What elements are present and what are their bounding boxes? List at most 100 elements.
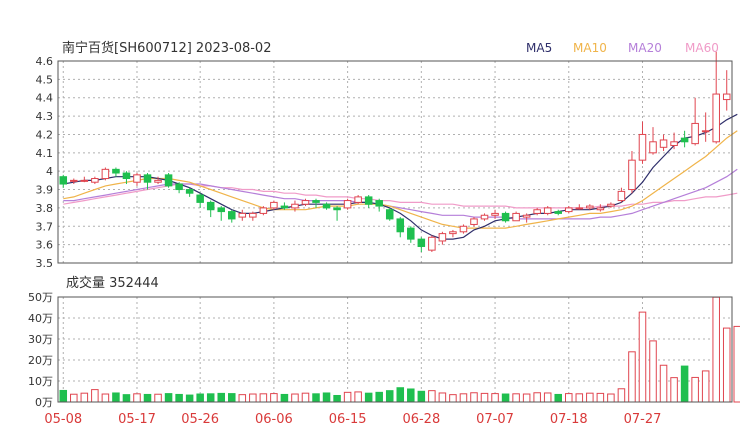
date-tick-label: 05-26	[181, 412, 219, 427]
volume-title: 成交量 352444	[66, 275, 159, 291]
volume-bar-up	[259, 393, 268, 403]
candle-body-up	[596, 207, 605, 211]
volume-bar-down	[185, 394, 194, 403]
price-tick-label: 4.1	[36, 147, 54, 160]
price-tick-label: 3.7	[36, 220, 54, 233]
candle-body-down	[407, 227, 415, 240]
candle-body-down	[385, 209, 394, 220]
candle-body-up	[70, 179, 78, 182]
candle-body-up	[522, 214, 531, 218]
volume-bar-down	[312, 393, 320, 403]
volume-bar-down	[196, 393, 204, 403]
candle-body-up	[712, 93, 720, 143]
legend-ma10: MA10	[573, 41, 607, 55]
date-tick-label: 07-27	[624, 412, 662, 427]
date-tick-label: 07-18	[550, 412, 588, 427]
candle-body-up	[543, 207, 552, 214]
volume-bar-down	[417, 390, 426, 403]
candle-body-up	[91, 178, 99, 183]
volume-bar-up	[428, 390, 436, 403]
volume-bar-up	[459, 393, 468, 403]
candle-body-down	[196, 194, 204, 203]
candle-body-down	[206, 201, 215, 211]
candle-body-up	[291, 203, 299, 209]
price-tick-label: 3.8	[36, 202, 54, 215]
date-tick-label: 05-17	[118, 412, 156, 427]
candle-body-up	[607, 203, 615, 207]
candle-body-up	[428, 236, 436, 251]
price-tick-label: 4.6	[36, 55, 54, 68]
candle-body-down	[175, 183, 183, 191]
stock-chart: 南宁百货[SH600712] 2023-08-02 MA5 MA10 MA20 …	[28, 40, 740, 427]
volume-bar-up	[575, 393, 584, 403]
price-tick-label: 4.5	[36, 73, 54, 86]
chart-title: 南宁百货[SH600712] 2023-08-02	[62, 40, 271, 56]
volume-bar-down	[407, 388, 415, 403]
candle-body-up	[617, 190, 626, 202]
candle-body-up	[701, 130, 710, 133]
volume-bar-up	[80, 392, 89, 403]
volume-bar-down	[385, 390, 394, 403]
volume-bar-down	[143, 393, 152, 403]
date-tick-label: 05-08	[44, 412, 82, 427]
volume-bar-up	[449, 394, 457, 403]
volume-panel: 0万 10万 20万 30万 40万 50万	[28, 291, 740, 409]
volume-bar-down	[122, 394, 131, 403]
volume-bar-up	[238, 394, 247, 403]
volume-bar-down	[501, 393, 510, 403]
volume-bar-down	[112, 392, 120, 403]
volume-bar-up	[480, 392, 489, 403]
candle-body-up	[722, 93, 731, 101]
candle-body-up	[133, 174, 141, 183]
price-tick-label: 3.9	[36, 184, 54, 197]
volume-bar-up	[722, 327, 731, 403]
candle-body-down	[280, 205, 289, 209]
candle-body-down	[680, 137, 689, 143]
volume-bar-up	[659, 364, 668, 403]
volume-bar-down	[280, 393, 289, 403]
candle-body-up	[670, 141, 678, 146]
candle-body-down	[554, 211, 562, 214]
volume-bar-down	[396, 387, 405, 403]
candle-body-up	[491, 212, 499, 216]
price-tick-label: 3.5	[36, 257, 54, 270]
date-tick-label: 06-15	[329, 412, 367, 427]
volume-bar-up	[649, 340, 657, 403]
volume-bar-up	[701, 370, 710, 403]
price-tick-label: 4.4	[36, 92, 54, 105]
candle-body-down	[312, 200, 320, 203]
price-tick-label: 4.2	[36, 128, 54, 141]
volume-bar-up	[301, 392, 310, 403]
volume-bar-up	[586, 392, 594, 403]
volume-bar-up	[343, 391, 352, 403]
volume-tick-label: 40万	[28, 312, 53, 325]
volume-bar-down	[364, 392, 373, 403]
candle-body-down	[122, 172, 131, 180]
candle-body-down	[501, 212, 510, 222]
candle-body-up	[438, 233, 447, 242]
volume-bar-down	[175, 393, 183, 403]
candle-body-up	[565, 207, 573, 213]
volume-tick-label: 30万	[28, 333, 53, 346]
candle-body-down	[333, 207, 341, 211]
price-y-axis: 3.5 3.6 3.7 3.8 3.9 4 4.1 4.2 4.3 4.4 4.5 4.6	[36, 55, 54, 270]
volume-bar-up	[354, 391, 362, 403]
volume-bar-up	[733, 325, 740, 403]
volume-y-axis: 0万 10万 20万 30万 40万 50万	[28, 291, 53, 409]
price-tick-label: 3.6	[36, 239, 54, 252]
volume-bar-up	[628, 351, 636, 403]
volume-bar-down	[217, 392, 225, 403]
candle-body-up	[649, 141, 657, 154]
volume-bar-down	[59, 389, 68, 403]
volume-bar-up	[691, 376, 699, 403]
candle-body-up	[249, 212, 257, 218]
volume-bar-up	[596, 392, 605, 403]
volume-bar-up	[270, 393, 278, 403]
candle-body-up	[449, 231, 457, 235]
candle-body-down	[228, 211, 236, 220]
candle-body-up	[512, 212, 520, 222]
candle-body-up	[659, 139, 668, 148]
candle-body-up	[154, 179, 162, 183]
candle-body-up	[459, 225, 468, 233]
date-tick-label: 06-06	[255, 412, 293, 427]
